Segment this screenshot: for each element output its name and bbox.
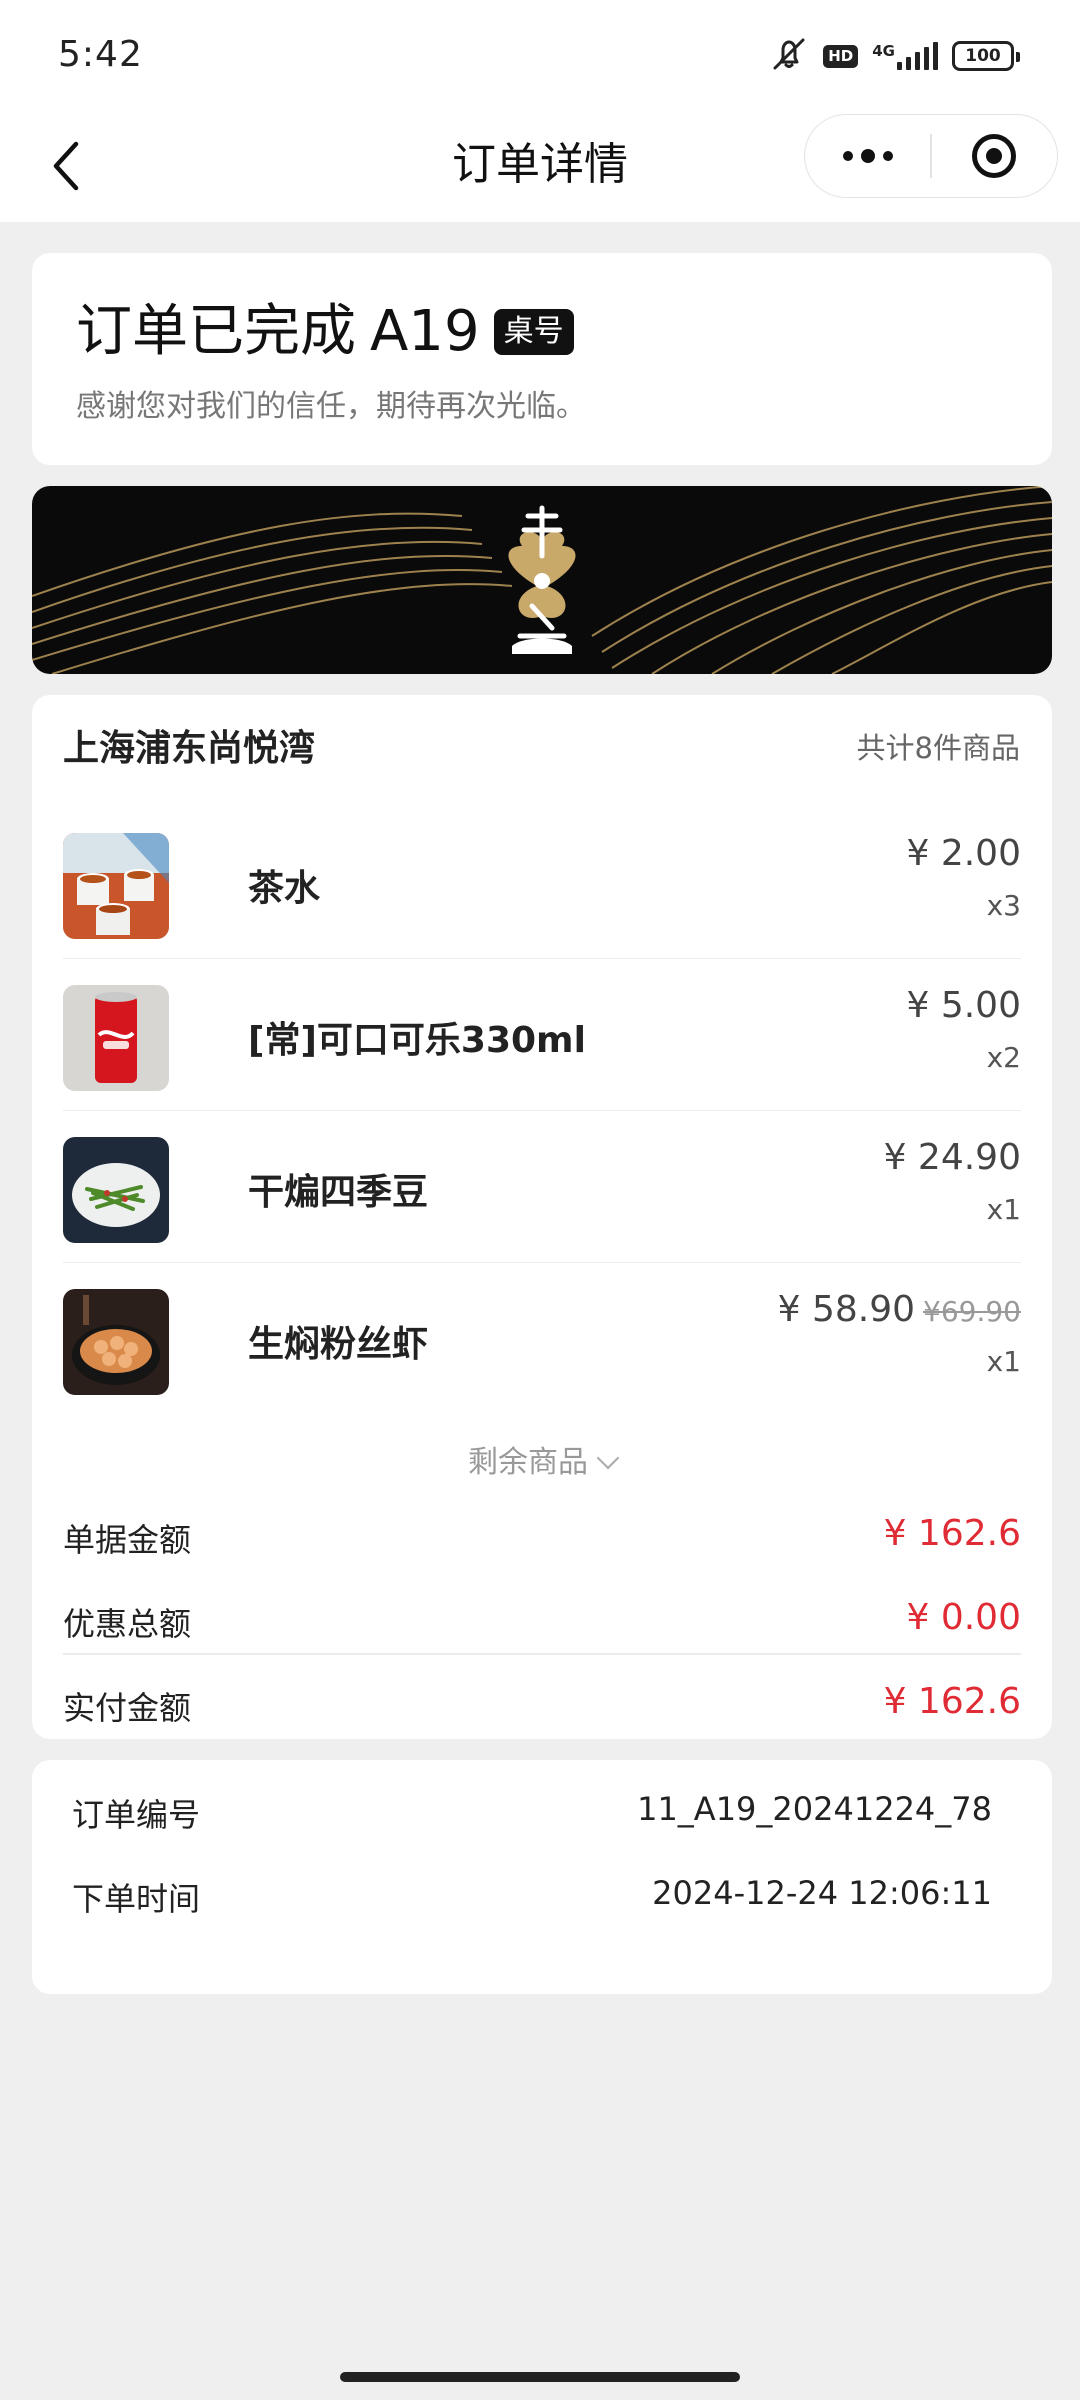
item-price: ¥ 2.00 [906, 833, 1021, 874]
order-time-value: 2024-12-24 12:06:11 [652, 1874, 992, 1912]
item-name: [常]可口可乐330ml [248, 1020, 586, 1061]
more-dot [860, 149, 875, 163]
battery-level: 100 [965, 46, 1001, 66]
brand-banner [32, 486, 1052, 674]
thank-you-message: 感谢您对我们的信任，期待再次光临。 [76, 389, 586, 424]
item-price: ¥ 24.90 [884, 1137, 1021, 1178]
order-number-label: 订单编号 [72, 1796, 201, 1834]
order-info-card: 订单编号 11_A19_20241224_78 下单时间 2024-12-24 … [32, 1760, 1052, 1994]
order-status-card: 订单已完成 A19 桌号 感谢您对我们的信任，期待再次光临。 [32, 253, 1052, 465]
order-item[interactable]: 生焖粉丝虾 ¥ 58.90 ¥69.90 x1 [63, 1263, 1021, 1415]
table-number: A19 [370, 299, 480, 364]
green-beans-photo [63, 1137, 169, 1243]
item-price: ¥ 5.00 [906, 985, 1021, 1026]
original-price: ¥69.90 [923, 1295, 1021, 1328]
item-name: 茶水 [248, 868, 321, 909]
bill-amount-label: 单据金额 [63, 1521, 192, 1559]
close-button[interactable] [932, 115, 1057, 197]
item-price-value: ¥ 24.90 [883, 1137, 1021, 1178]
order-item[interactable]: 干煸四季豆 ¥ 24.90 x1 [63, 1111, 1021, 1263]
home-indicator[interactable] [340, 2372, 740, 2382]
discount-row: 优惠总额 ¥ 0.00 [63, 1577, 1021, 1661]
item-quantity: x2 [986, 1041, 1021, 1074]
bill-amount-value: ¥ 162.6 [883, 1513, 1021, 1554]
paid-amount-label: 实付金额 [63, 1689, 192, 1727]
item-price-value: ¥ 2.00 [906, 833, 1021, 874]
signal-icon: 4G [872, 42, 938, 70]
tea-cups-photo [63, 833, 169, 939]
battery-icon: 100 [952, 41, 1020, 71]
item-price: ¥ 58.90 ¥69.90 [778, 1289, 1021, 1330]
status-bar: 5:42 HD 4G 100 [0, 0, 1080, 110]
order-time-row: 下单时间 2024-12-24 12:06:11 [72, 1874, 992, 1920]
order-number-value: 11_A19_20241224_78 [637, 1790, 992, 1828]
mute-icon [769, 36, 809, 76]
item-quantity: x1 [986, 1193, 1021, 1226]
table-badge: 桌号 [493, 309, 574, 355]
store-name: 上海浦东尚悦湾 [63, 728, 316, 769]
item-name: 生焖粉丝虾 [248, 1324, 429, 1365]
nav-bar: 订单详情 [0, 110, 1080, 222]
shrimp-vermicelli-photo [63, 1289, 169, 1395]
paid-amount-value: ¥ 162.6 [883, 1681, 1021, 1722]
item-name: 干煸四季豆 [248, 1172, 429, 1213]
hd-icon: HD [823, 44, 859, 68]
mini-program-capsule [804, 114, 1058, 198]
item-quantity: x1 [986, 1345, 1021, 1378]
item-quantity: x3 [986, 889, 1021, 922]
order-number-row: 订单编号 11_A19_20241224_78 [72, 1790, 992, 1836]
order-item[interactable]: 茶水 ¥ 2.00 x3 [63, 807, 1021, 959]
more-goods-label: 剩余商品 [468, 1445, 588, 1480]
order-status-title: 订单已完成 A19 桌号 [76, 297, 574, 367]
item-price-value: ¥ 58.90 [777, 1289, 916, 1330]
order-status-text: 订单已完成 [76, 299, 356, 364]
cola-can-photo [63, 985, 169, 1091]
summary-divider [63, 1653, 1021, 1655]
goods-card: 上海浦东尚悦湾 共计8件商品 茶水 ¥ 2.00 x3 [常]可口可乐330ml… [32, 695, 1052, 1739]
bill-amount-row: 单据金额 ¥ 162.6 [63, 1493, 1021, 1577]
chevron-down-icon [596, 1446, 620, 1470]
network-label: 4G [872, 42, 895, 60]
item-price-value: ¥ 5.00 [906, 985, 1021, 1026]
more-dot [882, 151, 893, 161]
goods-count: 共计8件商品 [856, 731, 1020, 765]
status-time: 5:42 [58, 34, 143, 75]
target-close-icon [972, 134, 1017, 178]
more-button[interactable] [805, 115, 930, 197]
status-icons: HD 4G 100 [769, 36, 1020, 76]
more-dots-icon [842, 151, 853, 161]
order-time-label: 下单时间 [72, 1880, 201, 1918]
more-goods-toggle[interactable]: 剩余商品 [32, 1437, 1052, 1481]
discount-value: ¥ 0.00 [906, 1597, 1021, 1638]
discount-label: 优惠总额 [63, 1605, 192, 1643]
restaurant-logo [508, 505, 576, 654]
paid-amount-row: 实付金额 ¥ 162.6 [63, 1661, 1021, 1745]
order-item[interactable]: [常]可口可乐330ml ¥ 5.00 x2 [63, 959, 1021, 1111]
